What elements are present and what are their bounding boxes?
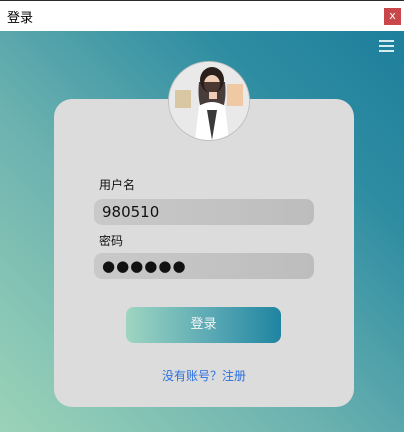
- login-card: 用户名 980510 密码 ●●●●●● 登录 没有账号？注册: [54, 99, 354, 407]
- password-input[interactable]: ●●●●●●: [94, 253, 314, 279]
- window-title: 登录: [7, 11, 34, 26]
- login-background: 用户名 980510 密码 ●●●●●● 登录 没有账号？注册: [0, 31, 404, 432]
- menu-icon[interactable]: [379, 40, 394, 52]
- login-button[interactable]: 登录: [126, 307, 281, 343]
- title-bar: 登录 x: [0, 0, 404, 31]
- avatar: [168, 61, 250, 141]
- close-button[interactable]: x: [384, 8, 401, 25]
- username-label: 用户名: [99, 178, 136, 192]
- password-label: 密码: [99, 234, 124, 248]
- username-input[interactable]: 980510: [94, 199, 314, 225]
- register-link[interactable]: 没有账号？注册: [54, 367, 354, 384]
